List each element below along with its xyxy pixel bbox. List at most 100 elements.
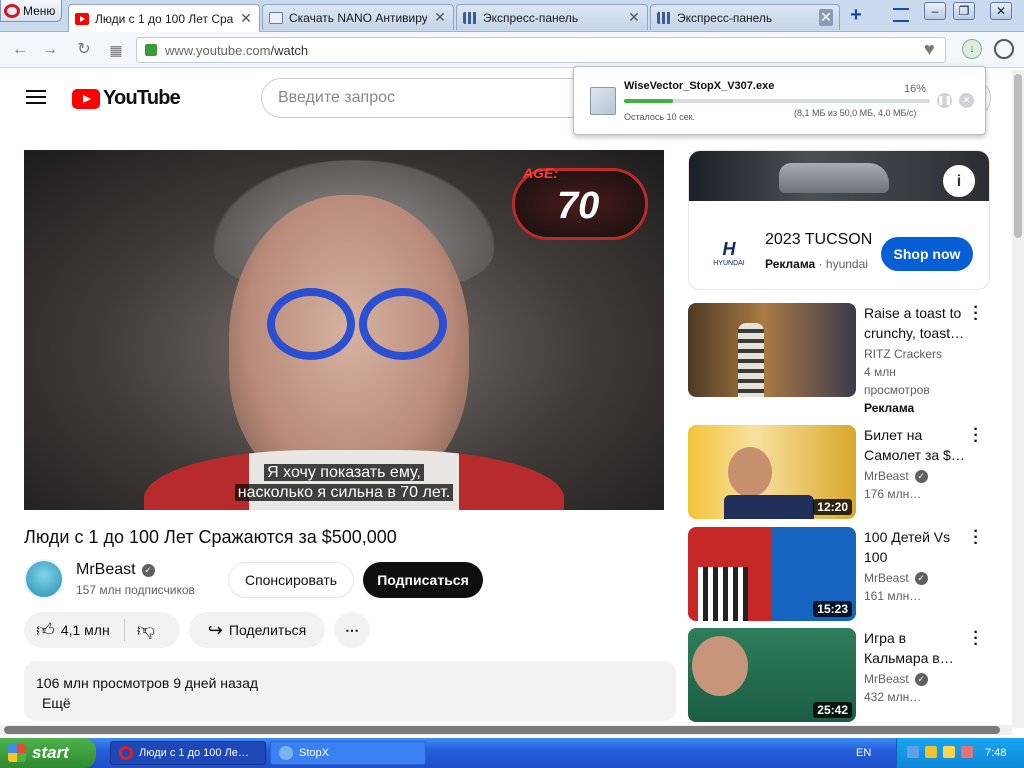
network-icon[interactable] — [907, 746, 919, 758]
speed-dial-icon — [657, 11, 671, 24]
windows-taskbar: start Люди с 1 до 100 Ле… StopX EN 7:48 — [0, 738, 1024, 768]
forward-icon[interactable]: → — [40, 40, 60, 60]
recommendation-item[interactable]: 15:23 100 Детей Vs 100 Взрослых… MrBeast… — [688, 524, 990, 623]
like-dislike-group: 👍︎ 4,1 млн 👎︎ — [24, 612, 180, 648]
url-path: /watch — [270, 42, 309, 58]
recommendation-title[interactable]: Билет на Самолет за $… — [864, 425, 968, 465]
recommendation-channel-row[interactable]: MrBeast ✓ — [864, 469, 928, 483]
download-filename[interactable]: WiseVector_StopX_V307.exe — [624, 80, 774, 92]
opera-menu-label: Меню — [23, 3, 56, 18]
bookmark-heart-icon[interactable]: ♥ — [924, 39, 935, 60]
age-overlay: AGE: 70 — [512, 165, 648, 240]
opera-logo-icon — [4, 3, 20, 18]
speed-dial-grid-icon[interactable]: ▦ — [106, 40, 126, 60]
verified-icon: ✓ — [141, 564, 155, 577]
start-button[interactable]: start — [0, 738, 96, 768]
recommendation-title[interactable]: Raise a toast to crunchy, toast… — [864, 303, 968, 343]
pause-download-icon[interactable]: ❚❚ — [937, 93, 952, 108]
back-icon[interactable]: ← — [10, 40, 30, 60]
channel-name-row[interactable]: MrBeast ✓ — [76, 561, 155, 579]
recommendation-title[interactable]: 100 Детей Vs 100 Взрослых… — [864, 527, 968, 567]
recommendation-channel-row[interactable]: MrBeast ✓ — [864, 672, 928, 686]
horizontal-scroll-thumb[interactable] — [4, 726, 1000, 734]
ad-domain: hyundai — [825, 257, 868, 271]
new-tab-button[interactable]: + — [846, 5, 866, 26]
youtube-logo[interactable]: YouTube — [72, 87, 181, 110]
video-thumbnail[interactable] — [688, 303, 856, 397]
opera-menu-button[interactable]: Меню — [0, 0, 62, 22]
guide-menu-icon[interactable] — [26, 90, 46, 104]
clock[interactable]: 7:48 — [985, 747, 1006, 759]
maximize-button[interactable]: ❐ — [953, 2, 975, 20]
show-more-link[interactable]: Ещё — [42, 695, 71, 711]
channel-name[interactable]: MrBeast — [76, 561, 136, 578]
recommendation-item[interactable]: 12:20 Билет на Самолет за $… MrBeast ✓ 17… — [688, 422, 990, 521]
ad-card[interactable]: i H HYUNDAI 2023 TUCSON Реклама · hyundai… — [688, 150, 990, 290]
language-indicator[interactable]: EN — [856, 747, 871, 759]
like-icon[interactable]: 👍︎ — [36, 619, 55, 641]
close-tab-icon[interactable]: ✕ — [819, 9, 833, 26]
channel-avatar[interactable] — [24, 559, 64, 599]
horizontal-scrollbar[interactable] — [0, 725, 1012, 735]
account-icon[interactable] — [994, 39, 1014, 59]
kebab-menu-icon[interactable]: · · · — [972, 524, 980, 552]
close-tab-icon[interactable]: ✕ — [239, 10, 253, 27]
kebab-menu-icon[interactable]: · · · — [972, 625, 980, 653]
dislike-icon[interactable]: 👎︎ — [137, 619, 155, 641]
vertical-scrollbar[interactable] — [1012, 70, 1024, 728]
close-window-button[interactable]: ✕ — [990, 2, 1012, 20]
recommendation-item[interactable]: Raise a toast to crunchy, toast… RITZ Cr… — [688, 300, 990, 415]
tab-nano-antivirus[interactable]: Скачать NANO Антивирус ✕ — [262, 4, 454, 30]
ad-title[interactable]: 2023 TUCSON — [765, 231, 872, 249]
taskbar-item-stopx[interactable]: StopX — [270, 741, 426, 765]
tab-youtube[interactable]: Люди с 1 до 100 Лет Сражаются ✕ — [68, 4, 260, 32]
opera-icon — [119, 746, 133, 760]
video-frame-glasses-left — [267, 288, 355, 360]
reload-icon[interactable]: ↻ — [74, 40, 94, 60]
ad-badge: Реклама — [864, 401, 915, 415]
taskbar-item-opera[interactable]: Люди с 1 до 100 Ле… — [110, 741, 266, 765]
browser-tab-strip: Меню Люди с 1 до 100 Лет Сражаются ✕ Ска… — [0, 0, 1024, 32]
subscribe-label: Подписаться — [377, 572, 469, 588]
youtube-wordmark: YouTube — [103, 87, 181, 109]
address-field[interactable]: www.youtube.com/watch — [136, 37, 946, 63]
more-actions-button[interactable]: ⋯ — [334, 612, 370, 648]
video-thumbnail[interactable]: 25:42 — [688, 628, 856, 722]
cancel-download-icon[interactable]: ✕ — [959, 93, 974, 108]
recommendation-title[interactable]: Игра в Кальмара в… — [864, 628, 968, 668]
close-tab-icon[interactable]: ✕ — [433, 9, 447, 26]
tab-label: Экспресс-панель — [677, 10, 773, 25]
sponsor-button[interactable]: Спонсировать — [228, 562, 354, 598]
kebab-menu-icon[interactable]: · · · — [972, 422, 980, 450]
download-indicator-icon[interactable]: ↓ — [962, 39, 982, 59]
tab-speed-dial-1[interactable]: Экспресс-панель ✕ — [456, 4, 648, 30]
recommendation-channel[interactable]: RITZ Crackers — [864, 347, 942, 361]
recommendation-item[interactable]: 25:42 Игра в Кальмара в… MrBeast ✓ 432 мл… — [688, 625, 990, 724]
recommendation-channel-row[interactable]: MrBeast ✓ — [864, 571, 928, 585]
like-count[interactable]: 4,1 млн — [61, 622, 110, 638]
windows-flag-icon — [8, 744, 26, 762]
security-shield-icon[interactable] — [925, 746, 937, 758]
tray-app-icon[interactable] — [961, 746, 973, 758]
description-box[interactable]: 106 млн просмотров 9 дней назад Ещё — [24, 661, 676, 721]
age-value: 70 — [557, 185, 600, 227]
recommendation-meta: 176 млн… — [864, 487, 922, 501]
verified-icon: ✓ — [914, 470, 928, 483]
video-player[interactable]: AGE: 70 Я хочу показать ему, насколько я… — [24, 150, 664, 510]
ad-info-icon[interactable]: i — [941, 163, 977, 199]
video-duration: 15:23 — [813, 601, 852, 617]
kebab-menu-icon[interactable]: · · · — [972, 300, 980, 328]
tab-speed-dial-2[interactable]: Экспресс-панель ✕ — [650, 4, 840, 30]
volume-icon[interactable] — [943, 746, 955, 758]
share-button[interactable]: ↪ Поделиться — [189, 612, 325, 648]
share-icon: ↪ — [207, 619, 223, 640]
vertical-scroll-thumb[interactable] — [1014, 74, 1022, 238]
tab-menu-icon[interactable] — [893, 8, 909, 22]
video-thumbnail[interactable]: 12:20 — [688, 425, 856, 519]
youtube-icon — [75, 12, 89, 25]
video-thumbnail[interactable]: 15:23 — [688, 527, 856, 621]
shop-now-button[interactable]: Shop now — [881, 237, 973, 271]
subscribe-button[interactable]: Подписаться — [363, 562, 483, 598]
minimize-button[interactable]: – — [924, 2, 946, 20]
close-tab-icon[interactable]: ✕ — [627, 9, 641, 26]
